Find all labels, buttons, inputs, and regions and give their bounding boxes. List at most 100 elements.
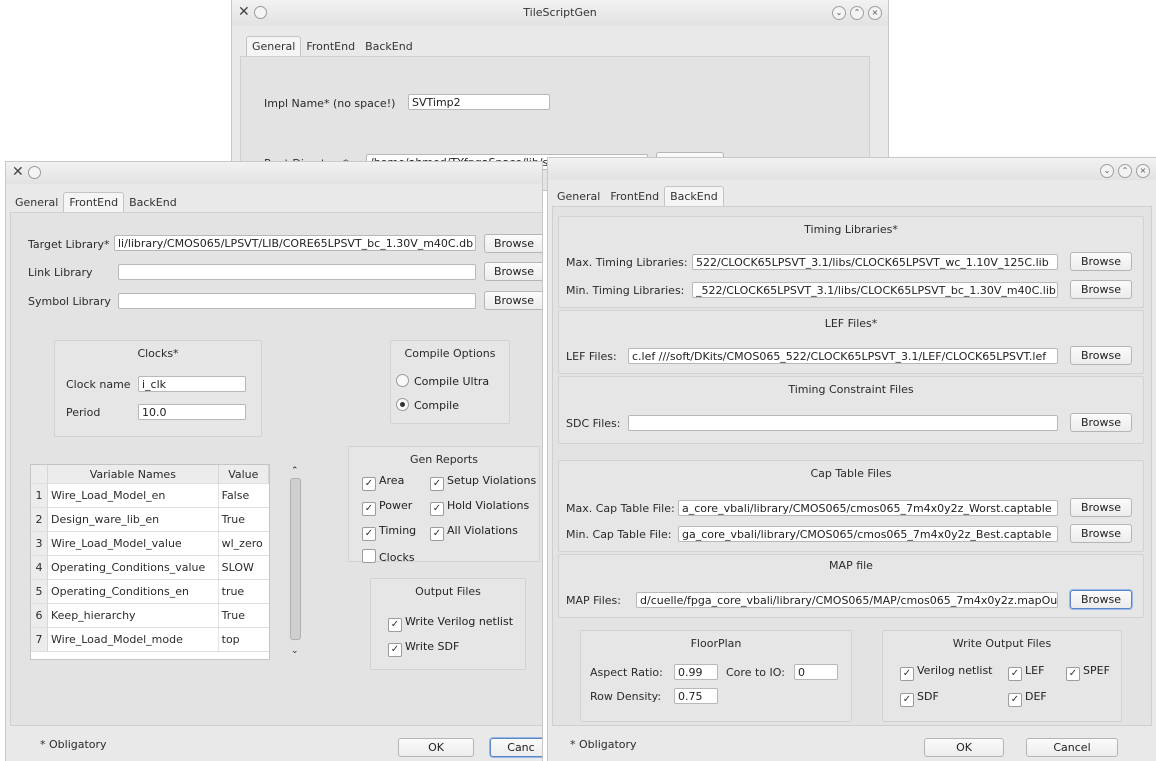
target-library-browse-button[interactable]: Browse <box>484 234 542 253</box>
target-library-input[interactable]: li/library/CMOS065/LPSVT/LIB/CORE65LPSVT… <box>114 235 476 251</box>
table-row[interactable]: 5 Operating_Conditions_en true <box>31 579 269 604</box>
column-header-variable-names[interactable]: Variable Names <box>47 465 219 484</box>
table-row[interactable]: 4 Operating_Conditions_value SLOW <box>31 555 269 580</box>
table-row[interactable]: 1 Wire_Load_Model_en False <box>31 483 269 508</box>
def-checkbox[interactable]: ✓ DEF <box>1008 690 1047 707</box>
lef-checkbox[interactable]: ✓ LEF <box>1008 664 1044 681</box>
cancel-button[interactable]: Cancel <box>1026 738 1118 757</box>
min-cap-table-input[interactable]: ga_core_vbali/library/CMOS065/cmos065_7m… <box>678 526 1058 542</box>
maximize-icon[interactable]: ⌃ <box>850 6 864 20</box>
max-cap-table-input[interactable]: a_core_vbali/library/CMOS065/cmos065_7m4… <box>678 500 1058 516</box>
sdc-files-browse-button[interactable]: Browse <box>1070 413 1132 432</box>
checkmark-icon: ✓ <box>362 527 376 541</box>
min-cap-table-browse-button[interactable]: Browse <box>1070 524 1132 543</box>
map-files-browse-button[interactable]: Browse <box>1070 590 1132 609</box>
sdc-files-label: SDC Files: <box>566 417 621 430</box>
gen-reports-title: Gen Reports <box>410 453 478 466</box>
verilog-netlist-checkbox[interactable]: ✓ Verilog netlist <box>900 664 993 681</box>
checkmark-icon: ✓ <box>362 477 376 491</box>
checkmark-icon: ✓ <box>900 693 914 707</box>
hold-violations-checkbox[interactable]: ✓ Hold Violations <box>430 499 529 516</box>
scrollbar-thumb[interactable] <box>290 478 301 640</box>
ok-button[interactable]: OK <box>398 738 474 757</box>
tab-frontend[interactable]: FrontEnd <box>63 192 125 213</box>
column-header-value[interactable]: Value <box>218 465 269 484</box>
checkmark-icon: ✓ <box>430 527 444 541</box>
max-timing-libraries-input[interactable]: 522/CLOCK65LPSVT_3.1/libs/CLOCK65LPSVT_w… <box>692 254 1058 270</box>
max-timing-libraries-browse-button[interactable]: Browse <box>1070 252 1132 271</box>
min-timing-libraries-browse-button[interactable]: Browse <box>1070 280 1132 299</box>
clocks-checkbox[interactable]: Clocks <box>362 549 415 564</box>
table-scrollbar[interactable]: ⌃ ⌄ <box>288 464 302 658</box>
max-cap-table-label: Max. Cap Table File: <box>566 502 675 515</box>
write-sdf-checkbox[interactable]: ✓ Write SDF <box>388 640 459 657</box>
min-timing-libraries-label: Min. Timing Libraries: <box>566 284 685 297</box>
row-density-input[interactable]: 0.75 <box>674 688 718 704</box>
max-timing-libraries-label: Max. Timing Libraries: <box>566 256 688 269</box>
checkmark-icon: ✓ <box>430 477 444 491</box>
timing-checkbox[interactable]: ✓ Timing <box>362 524 416 541</box>
setup-violations-checkbox[interactable]: ✓ Setup Violations <box>430 474 536 491</box>
checkmark-icon: ✓ <box>1008 667 1022 681</box>
tab-bar: General FrontEnd BackEnd <box>10 192 182 213</box>
table-row[interactable]: 2 Design_ware_lib_en True <box>31 507 269 532</box>
tab-backend[interactable]: BackEnd <box>124 193 182 213</box>
compile-ultra-radio[interactable]: Compile Ultra <box>396 374 489 388</box>
checkmark-icon: ✓ <box>388 618 402 632</box>
link-library-input[interactable] <box>118 264 476 280</box>
core-to-io-input[interactable]: 0 <box>794 664 838 680</box>
core-to-io-label: Core to IO: <box>726 666 785 679</box>
table-row[interactable]: 7 Wire_Load_Model_mode top <box>31 627 269 652</box>
clocks-title: Clocks* <box>137 347 179 360</box>
variables-table: Variable Names Value 1 Wire_Load_Model_en… <box>30 464 270 660</box>
compile-radio[interactable]: Compile <box>396 398 459 412</box>
table-row[interactable]: 6 Keep_hierarchy True <box>31 603 269 628</box>
max-cap-table-browse-button[interactable]: Browse <box>1070 498 1132 517</box>
scroll-up-icon[interactable]: ⌃ <box>291 466 299 476</box>
period-input[interactable]: 10.0 <box>138 404 246 420</box>
impl-name-label: Impl Name* (no space!) <box>264 97 396 110</box>
close-icon[interactable]: × <box>868 6 882 20</box>
obligatory-note: * Obligatory <box>40 738 107 751</box>
tab-backend[interactable]: BackEnd <box>664 186 724 207</box>
min-timing-libraries-input[interactable]: _522/CLOCK65LPSVT_3.1/libs/CLOCK65LPSVT_… <box>692 282 1058 298</box>
tab-backend[interactable]: BackEnd <box>360 37 418 57</box>
cancel-button[interactable]: Canc <box>490 738 542 757</box>
map-files-input[interactable]: d/cuelle/fpga_core_vbali/library/CMOS065… <box>636 592 1058 608</box>
ok-button[interactable]: OK <box>924 738 1004 757</box>
row-density-label: Row Density: <box>590 690 662 703</box>
title-bar: ✕ <box>6 162 542 184</box>
close-icon[interactable]: × <box>1136 164 1150 178</box>
spef-checkbox[interactable]: ✓ SPEF <box>1066 664 1110 681</box>
tab-frontend[interactable]: FrontEnd <box>605 187 664 207</box>
lef-files-input[interactable]: c.lef ///soft/DKits/CMOS065_522/CLOCK65L… <box>628 348 1058 364</box>
table-row[interactable]: 3 Wire_Load_Model_value wl_zero <box>31 531 269 556</box>
sdf-checkbox[interactable]: ✓ SDF <box>900 690 939 707</box>
minimize-icon[interactable]: ⌄ <box>832 6 846 20</box>
power-checkbox[interactable]: ✓ Power <box>362 499 412 516</box>
checkmark-icon: ✓ <box>1008 693 1022 707</box>
tab-general[interactable]: General <box>552 187 605 207</box>
symbol-library-input[interactable] <box>118 293 476 309</box>
scroll-down-icon[interactable]: ⌄ <box>291 646 299 656</box>
link-library-browse-button[interactable]: Browse <box>484 262 542 281</box>
lef-files-group: LEF Files* <box>558 310 1144 374</box>
clock-name-input[interactable]: i_clk <box>138 376 246 392</box>
timing-constraint-files-group: Timing Constraint Files <box>558 376 1144 444</box>
all-violations-checkbox[interactable]: ✓ All Violations <box>430 524 518 541</box>
symbol-library-browse-button[interactable]: Browse <box>484 291 542 310</box>
aspect-ratio-input[interactable]: 0.99 <box>674 664 718 680</box>
tab-bar: General FrontEnd BackEnd <box>246 36 418 57</box>
maximize-icon[interactable]: ⌃ <box>1118 164 1132 178</box>
impl-name-input[interactable]: SVTimp2 <box>408 94 550 110</box>
lef-files-browse-button[interactable]: Browse <box>1070 346 1132 365</box>
tab-general[interactable]: General <box>246 36 302 57</box>
sdc-files-input[interactable] <box>628 415 1058 431</box>
write-verilog-netlist-checkbox[interactable]: ✓ Write Verilog netlist <box>388 615 513 632</box>
window-menu-icon[interactable] <box>27 165 41 179</box>
title-bar: ✕ TileScriptGen ⌄ ⌃ × <box>232 0 888 26</box>
tab-general[interactable]: General <box>10 193 63 213</box>
area-checkbox[interactable]: ✓ Area <box>362 474 404 491</box>
minimize-icon[interactable]: ⌄ <box>1100 164 1114 178</box>
tab-frontend[interactable]: FrontEnd <box>301 37 360 57</box>
